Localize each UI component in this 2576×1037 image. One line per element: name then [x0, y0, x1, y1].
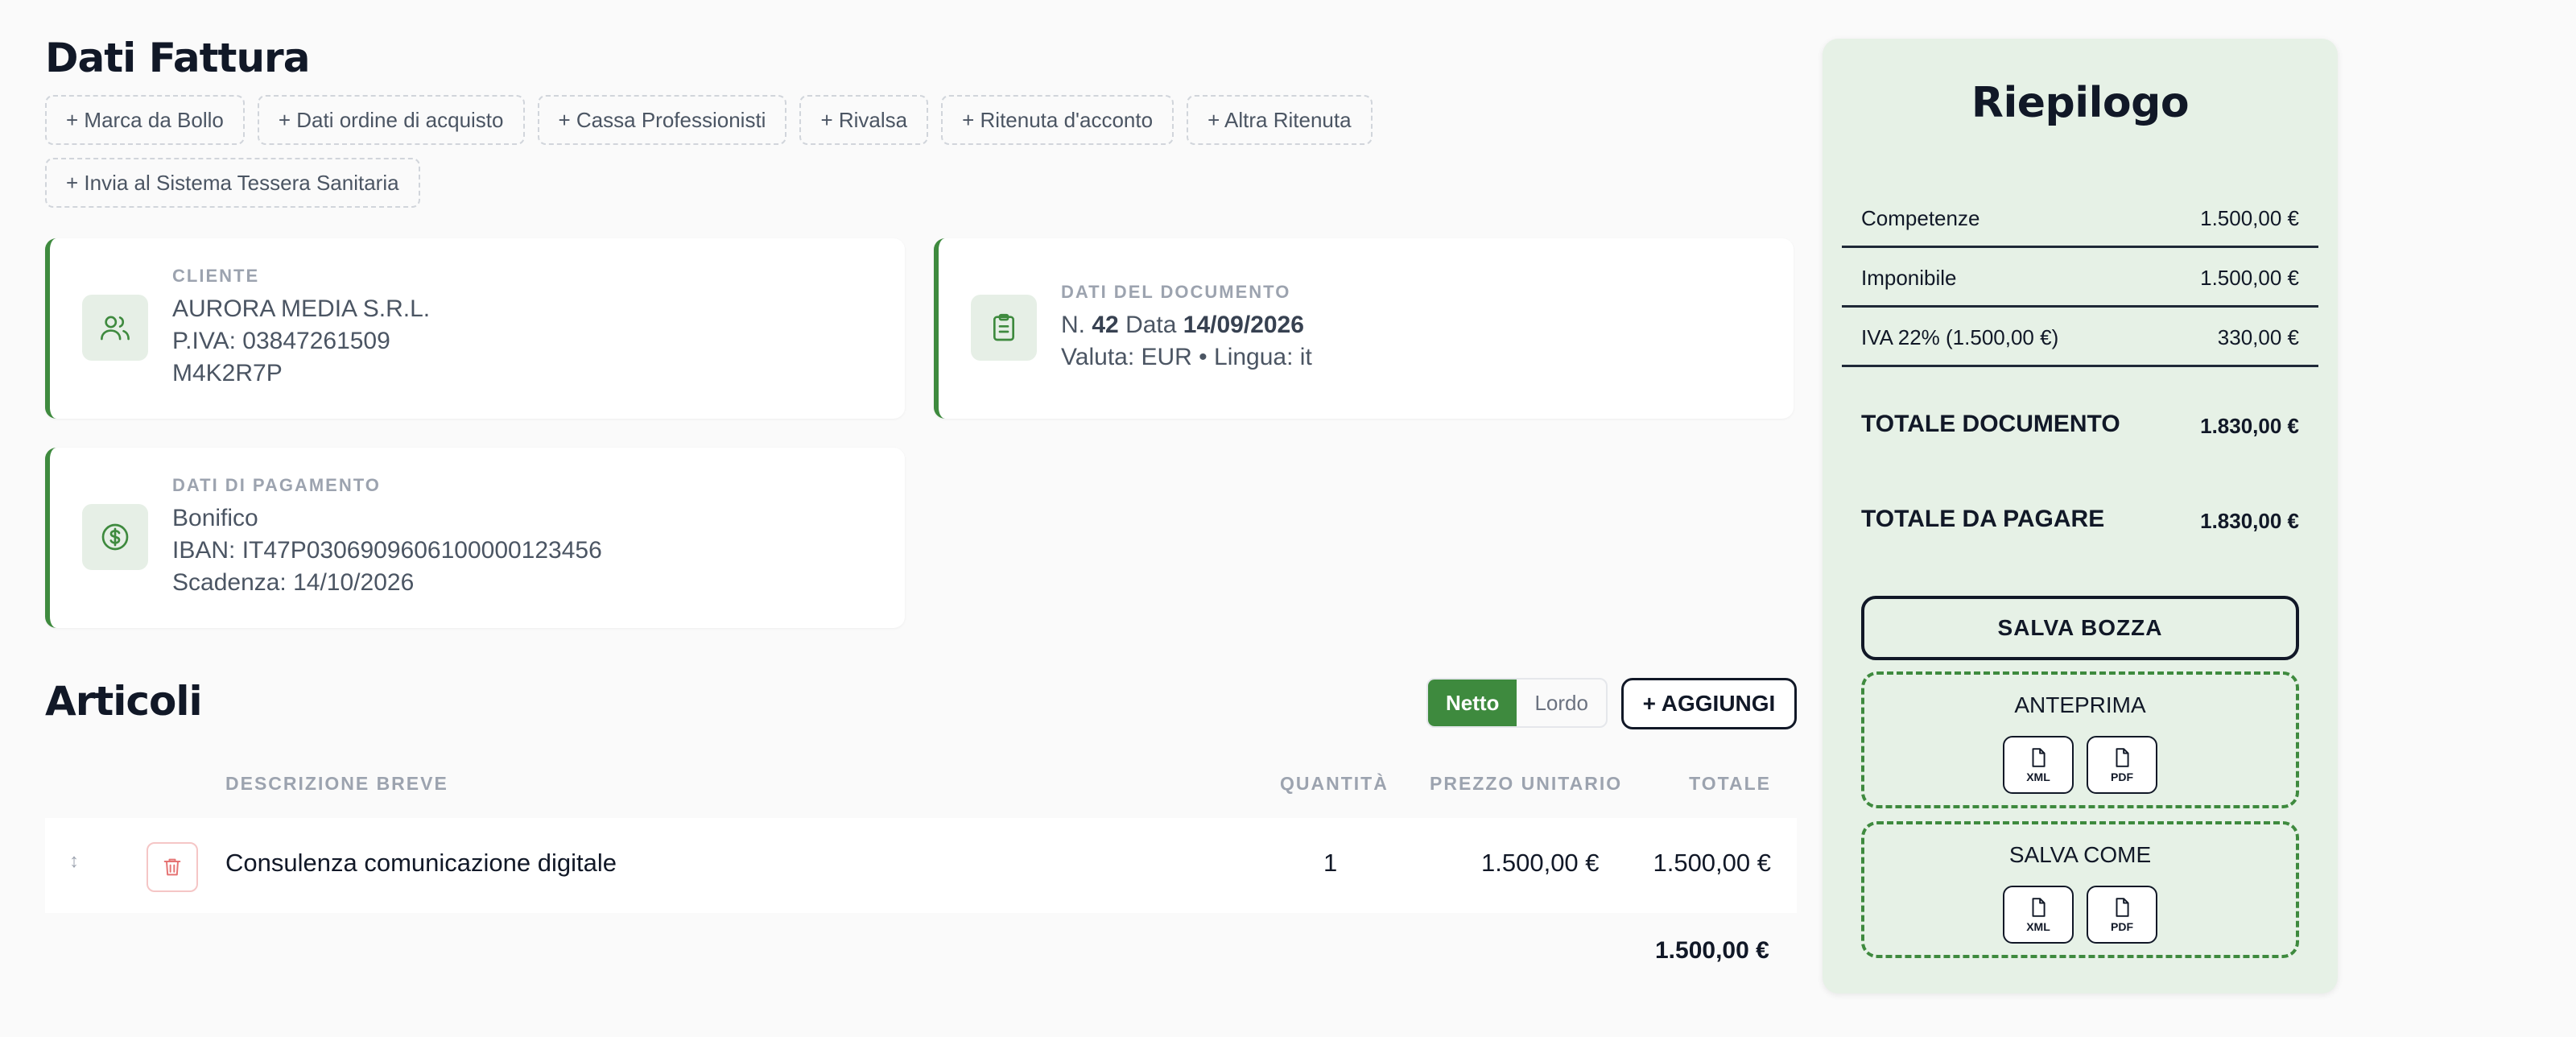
- toggle-netto[interactable]: Netto: [1428, 680, 1517, 726]
- summary-value: 1.500,00 €: [2200, 266, 2299, 290]
- pagamento-due: Scadenza: 14/10/2026: [172, 569, 415, 596]
- summary-label: Imponibile: [1861, 266, 1957, 290]
- file-icon: [2032, 898, 2046, 917]
- document-date: 14/09/2026: [1183, 312, 1304, 338]
- pdf-label: PDF: [2111, 920, 2133, 933]
- summary-label: IVA 22% (1.500,00 €): [1861, 325, 2059, 349]
- preview-pdf-button[interactable]: PDF: [2087, 736, 2157, 794]
- col-descrizione: DESCRIZIONE BREVE: [225, 773, 448, 794]
- row-quantity[interactable]: 1: [1323, 849, 1337, 878]
- pagamento-method: Bonifico: [172, 505, 258, 531]
- chip-altra-ritenuta[interactable]: + Altra Ritenuta: [1187, 95, 1373, 145]
- totale-pagare-value: 1.830,00 €: [2200, 509, 2299, 533]
- cliente-piva: P.IVA: 03847261509: [172, 328, 390, 354]
- preview-xml-button[interactable]: XML: [2003, 736, 2074, 794]
- file-icon: [2116, 898, 2129, 917]
- summary-label: Competenze: [1861, 206, 1980, 230]
- toggle-lordo[interactable]: Lordo: [1517, 680, 1606, 726]
- summary-row-iva: IVA 22% (1.500,00 €) 330,00 €: [1842, 308, 2318, 367]
- chip-tessera-sanitaria[interactable]: + Invia al Sistema Tessera Sanitaria: [45, 158, 420, 208]
- file-icon: [2032, 748, 2046, 767]
- trash-icon[interactable]: [147, 842, 198, 892]
- preview-box: ANTEPRIMA XML PDF: [1861, 671, 2299, 808]
- save-draft-button[interactable]: SALVA BOZZA: [1861, 596, 2299, 660]
- xml-label: XML: [2026, 771, 2050, 783]
- pdf-label: PDF: [2111, 771, 2133, 783]
- totale-documento-value: 1.830,00 €: [2200, 414, 2299, 438]
- riepilogo-panel: Riepilogo Competenze 1.500,00 € Imponibi…: [1823, 39, 2338, 994]
- col-quantita: QUANTITÀ: [1280, 773, 1389, 794]
- totale-documento-label: TOTALE DOCUMENTO: [1861, 411, 2120, 437]
- users-icon: [82, 295, 148, 361]
- dollar-circle-icon: [82, 504, 148, 570]
- cliente-card[interactable]: CLIENTE AURORA MEDIA S.R.L. P.IVA: 03847…: [45, 238, 905, 419]
- chip-ritenuta-acconto[interactable]: + Ritenuta d'acconto: [941, 95, 1174, 145]
- row-description[interactable]: Consulenza comunicazione digitale: [225, 849, 617, 878]
- chip-dati-ordine[interactable]: + Dati ordine di acquisto: [257, 95, 525, 145]
- date-label: Data: [1125, 312, 1177, 338]
- totale-pagare-label: TOTALE DA PAGARE: [1861, 506, 2105, 532]
- items-sum: 1.500,00 €: [1655, 937, 1769, 964]
- documento-meta: Valuta: EUR • Lingua: it: [1061, 344, 1312, 370]
- invoice-main: Dati Fattura + Marca da Bollo + Dati ord…: [45, 32, 1797, 628]
- netto-lordo-toggle: Netto Lordo: [1426, 678, 1608, 728]
- number-label: N.: [1061, 312, 1085, 338]
- articoli-header: Articoli Netto Lordo + AGGIUNGI: [45, 673, 1797, 729]
- articoli-title: Articoli: [45, 678, 203, 725]
- summary-value: 330,00 €: [2217, 325, 2299, 349]
- chip-rivalsa[interactable]: + Rivalsa: [799, 95, 929, 145]
- cliente-caption: CLIENTE: [172, 266, 260, 286]
- row-total: 1.500,00 €: [1653, 849, 1771, 877]
- summary-row-imponibile: Imponibile 1.500,00 €: [1842, 248, 2318, 308]
- option-chips: + Marca da Bollo + Dati ordine di acquis…: [45, 95, 1494, 208]
- pagamento-card[interactable]: DATI DI PAGAMENTO Bonifico IBAN: IT47P03…: [45, 448, 905, 628]
- col-totale: TOTALE: [1689, 773, 1771, 794]
- pagamento-iban: IBAN: IT47P0306909606100000123456: [172, 537, 602, 564]
- page-title: Dati Fattura: [45, 35, 310, 81]
- row-unit-price[interactable]: 1.500,00 €: [1481, 849, 1600, 878]
- preview-title: ANTEPRIMA: [2014, 692, 2146, 717]
- save-as-box: SALVA COME XML PDF: [1861, 821, 2299, 958]
- save-as-title: SALVA COME: [2008, 842, 2152, 867]
- cliente-code: M4K2R7P: [172, 360, 283, 386]
- clipboard-icon: [971, 295, 1037, 361]
- cliente-name: AURORA MEDIA S.R.L.: [172, 295, 431, 322]
- xml-label: XML: [2026, 920, 2050, 933]
- add-item-button[interactable]: + AGGIUNGI: [1621, 678, 1797, 729]
- summary-value: 1.500,00 €: [2200, 206, 2299, 230]
- save-xml-button[interactable]: XML: [2003, 886, 2074, 944]
- col-prezzo: PREZZO UNITARIO: [1430, 773, 1623, 794]
- chip-marca-bollo[interactable]: + Marca da Bollo: [45, 95, 245, 145]
- info-cards: CLIENTE AURORA MEDIA S.R.L. P.IVA: 03847…: [45, 238, 1797, 628]
- summary-row-competenze: Competenze 1.500,00 €: [1842, 188, 2318, 248]
- documento-caption: DATI DEL DOCUMENTO: [1061, 282, 1291, 302]
- table-row: ↕ Consulenza comunicazione digitale 1 1.…: [45, 818, 1797, 913]
- riepilogo-title: Riepilogo: [1971, 79, 2190, 127]
- documento-card[interactable]: DATI DEL DOCUMENTO N. 42 Data 14/09/2026…: [934, 238, 1794, 419]
- documento-number-line: N. 42 Data 14/09/2026: [1061, 309, 1312, 341]
- save-pdf-button[interactable]: PDF: [2087, 886, 2157, 944]
- document-number: 42: [1092, 312, 1119, 338]
- chip-cassa-professionisti[interactable]: + Cassa Professionisti: [537, 95, 787, 145]
- items-table-header: DESCRIZIONE BREVE QUANTITÀ PREZZO UNITAR…: [45, 763, 1797, 805]
- pagamento-caption: DATI DI PAGAMENTO: [172, 475, 381, 495]
- file-icon: [2116, 748, 2129, 767]
- drag-handle-icon[interactable]: ↕: [69, 850, 79, 873]
